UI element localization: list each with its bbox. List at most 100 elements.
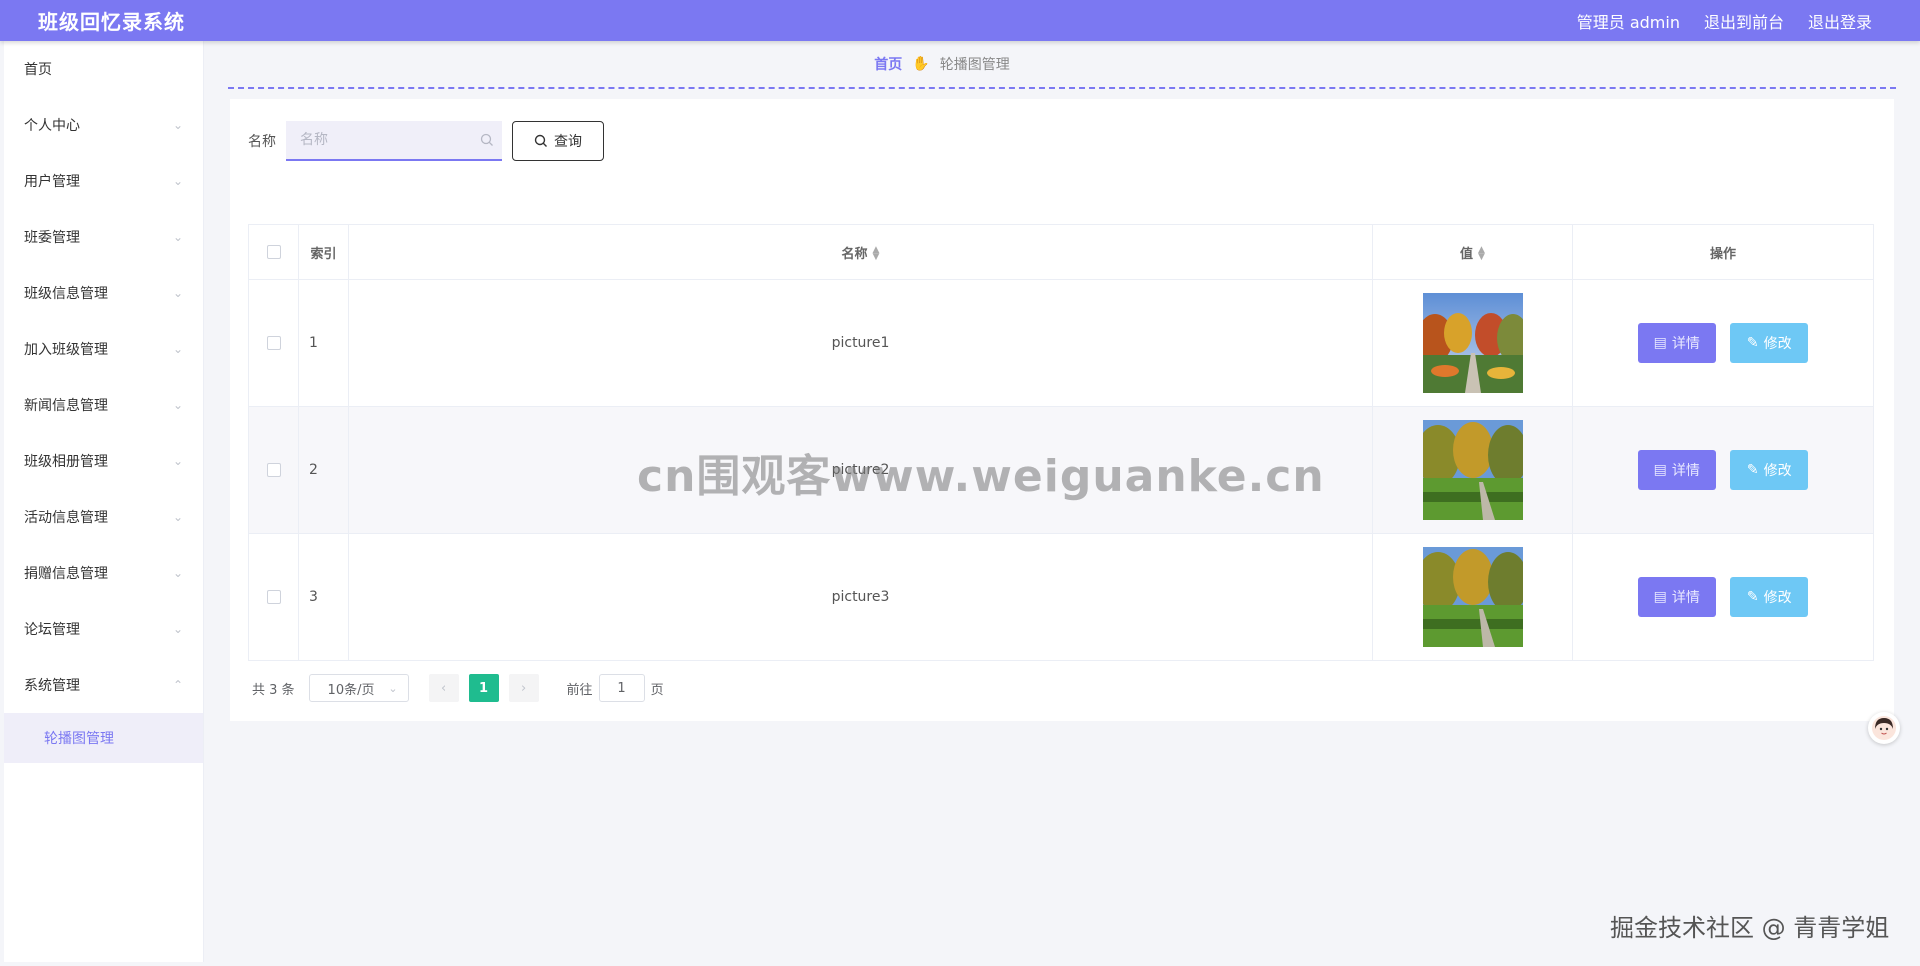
sidebar-item-news[interactable]: 新闻信息管理 ⌄ <box>4 377 203 433</box>
sidebar-item-label: 班级信息管理 <box>24 286 108 302</box>
sidebar-item-label: 班级相册管理 <box>24 454 108 470</box>
col-index-label: 索引 <box>310 246 337 262</box>
sidebar-item-label: 活动信息管理 <box>24 510 108 526</box>
assistant-avatar[interactable] <box>1868 712 1900 744</box>
edit-button[interactable]: ✎ 修改 <box>1730 323 1809 363</box>
row-checkbox[interactable] <box>266 590 281 604</box>
row-checkbox-cell <box>248 406 299 534</box>
search-bar: 名称 查询 <box>248 121 604 161</box>
detail-button[interactable]: ▤ 详情 <box>1637 577 1716 617</box>
sort-icon[interactable]: ▲ ▼ <box>1478 246 1485 262</box>
pagination: 共 3 条 10条/页 ⌄ ‹ 1 › 前往 页 <box>252 674 664 702</box>
select-all-checkbox[interactable] <box>266 245 281 259</box>
search-label: 名称 <box>248 134 276 150</box>
breadcrumb-current: 轮播图管理 <box>939 57 1010 73</box>
search-input[interactable] <box>286 121 502 159</box>
sidebar-item-personal[interactable]: 个人中心 ⌄ <box>4 97 203 153</box>
main-content: 首页 ✋ 轮播图管理 名称 查询 索引 名称▲▼ 值▲▼ 操作 <box>204 41 1920 966</box>
credit-text: 掘金技术社区 @ 青青学姐 <box>1610 914 1890 942</box>
sidebar-item-join-class[interactable]: 加入班级管理 ⌄ <box>4 321 203 377</box>
carousel-table: 索引 名称 ▲ ▼ 值 ▲ ▼ 操作 1 picture1 ▤ 详情 ✎ 修改 … <box>248 224 1874 661</box>
search-icon <box>534 134 547 147</box>
select-all-cell <box>248 224 299 280</box>
pencil-icon: ✎ <box>1746 335 1759 351</box>
pencil-icon: ✎ <box>1746 462 1759 478</box>
sidebar-item-system[interactable]: 系统管理 ⌃ <box>4 657 203 713</box>
breadcrumb: 首页 ✋ 轮播图管理 <box>228 41 1896 89</box>
document-icon: ▤ <box>1653 335 1667 351</box>
search-icon <box>480 133 493 146</box>
edit-button[interactable]: ✎ 修改 <box>1730 450 1809 490</box>
sidebar-item-forum[interactable]: 论坛管理 ⌄ <box>4 601 203 657</box>
hand-icon: ✋ <box>912 56 930 72</box>
query-button-label: 查询 <box>554 134 582 150</box>
chevron-down-icon: ⌄ <box>172 622 183 636</box>
row-checkbox[interactable] <box>266 463 281 477</box>
avatar-icon <box>1872 716 1896 740</box>
page-number-button[interactable]: 1 <box>468 674 499 702</box>
col-value[interactable]: 值 ▲ ▼ <box>1372 224 1573 280</box>
chevron-right-icon: › <box>520 680 527 696</box>
query-button[interactable]: 查询 <box>512 121 604 161</box>
chevron-down-icon: ⌄ <box>172 566 183 580</box>
table-header-row: 索引 名称 ▲ ▼ 值 ▲ ▼ 操作 <box>248 224 1874 280</box>
row-value-cell <box>1372 279 1573 407</box>
chevron-down-icon: ⌄ <box>172 454 183 468</box>
admin-label: 管理员 admin <box>1576 12 1680 32</box>
row-name: picture2 <box>348 406 1373 534</box>
prev-page-button[interactable]: ‹ <box>428 674 459 702</box>
table-row: 1 picture1 ▤ 详情 ✎ 修改 <box>248 279 1874 407</box>
row-checkbox[interactable] <box>266 336 281 350</box>
sidebar-item-donation[interactable]: 捐赠信息管理 ⌄ <box>4 545 203 601</box>
chevron-left-icon: ‹ <box>440 680 447 696</box>
col-actions: 操作 <box>1572 224 1874 280</box>
app-title: 班级回忆录系统 <box>38 10 185 34</box>
col-value-label: 值 <box>1460 246 1474 262</box>
chevron-down-icon: ⌄ <box>172 398 183 412</box>
row-value-cell <box>1372 533 1573 661</box>
chevron-down-icon: ⌄ <box>172 118 183 132</box>
carousel-thumbnail[interactable] <box>1422 547 1523 647</box>
chevron-down-icon: ⌄ <box>172 174 183 188</box>
sort-icon[interactable]: ▲ ▼ <box>873 246 880 262</box>
goto-page-input[interactable] <box>598 674 645 702</box>
page-suffix: 页 <box>650 682 664 698</box>
chevron-down-icon: ⌄ <box>388 681 398 695</box>
page-size-value: 10条/页 <box>327 682 375 698</box>
sidebar-item-class-info[interactable]: 班级信息管理 ⌄ <box>4 265 203 321</box>
chevron-down-icon: ⌄ <box>172 286 183 300</box>
edit-button[interactable]: ✎ 修改 <box>1730 577 1809 617</box>
row-checkbox-cell <box>248 533 299 661</box>
col-name[interactable]: 名称 ▲ ▼ <box>348 224 1373 280</box>
document-icon: ▤ <box>1653 589 1667 605</box>
sidebar-item-committee[interactable]: 班委管理 ⌄ <box>4 209 203 265</box>
row-index: 2 <box>298 406 349 534</box>
sidebar-item-label: 班委管理 <box>24 230 80 246</box>
document-icon: ▤ <box>1653 462 1667 478</box>
sidebar-item-home[interactable]: 首页 <box>4 41 203 97</box>
chevron-down-icon: ⌄ <box>172 230 183 244</box>
detail-button[interactable]: ▤ 详情 <box>1637 323 1716 363</box>
sidebar-subitem-carousel[interactable]: 轮播图管理 <box>4 713 203 763</box>
page-size-select[interactable]: 10条/页 ⌄ <box>308 674 409 702</box>
sidebar-item-users[interactable]: 用户管理 ⌄ <box>4 153 203 209</box>
sidebar-item-album[interactable]: 班级相册管理 ⌄ <box>4 433 203 489</box>
detail-button[interactable]: ▤ 详情 <box>1637 450 1716 490</box>
breadcrumb-home[interactable]: 首页 <box>874 54 902 74</box>
carousel-thumbnail[interactable] <box>1422 420 1523 520</box>
sidebar-item-label: 新闻信息管理 <box>24 398 108 414</box>
sidebar-item-label: 系统管理 <box>24 678 80 694</box>
next-page-button[interactable]: › <box>508 674 539 702</box>
edit-button-label: 修改 <box>1763 336 1792 352</box>
col-name-label: 名称 <box>841 246 868 262</box>
logout-link[interactable]: 退出登录 <box>1808 9 1872 33</box>
goto-label: 前往 <box>566 682 593 698</box>
exit-to-front-link[interactable]: 退出到前台 <box>1704 9 1784 33</box>
row-actions-cell: ▤ 详情 ✎ 修改 <box>1572 279 1874 407</box>
top-actions: 管理员 admin 退出到前台 退出登录 <box>1577 9 1872 33</box>
sidebar-item-activity[interactable]: 活动信息管理 ⌄ <box>4 489 203 545</box>
sidebar-item-label: 论坛管理 <box>24 622 80 638</box>
col-actions-label: 操作 <box>1709 246 1736 262</box>
carousel-thumbnail[interactable] <box>1422 293 1523 393</box>
page-jump: 前往 页 <box>567 674 664 702</box>
